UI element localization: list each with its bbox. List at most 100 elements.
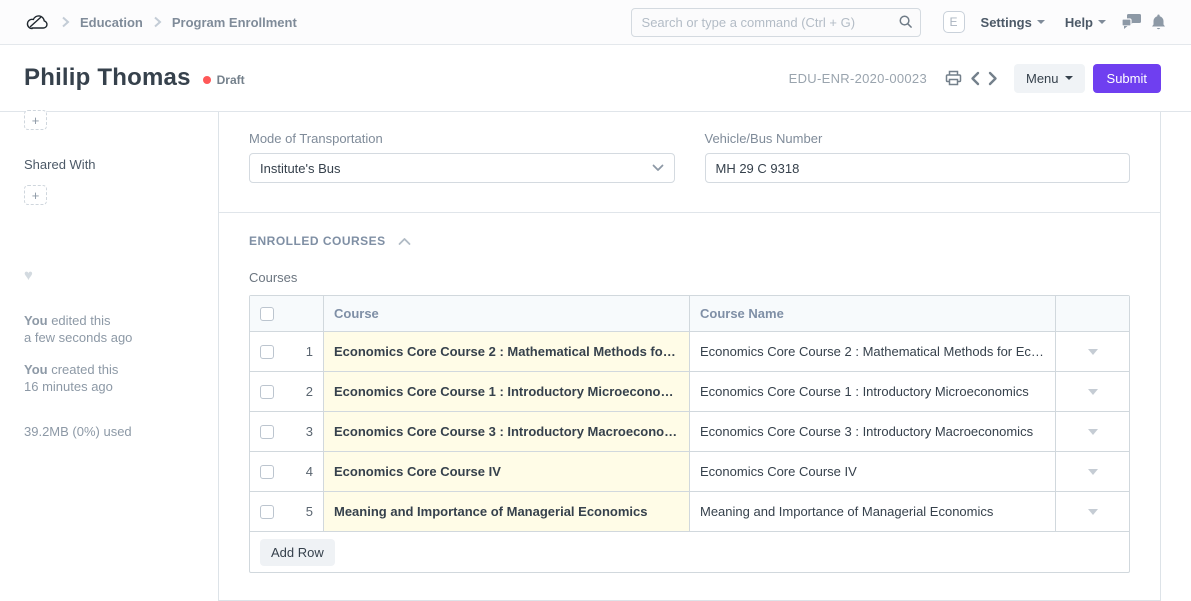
table-header-row: Course Course Name [250, 296, 1129, 332]
search-input[interactable] [631, 8, 921, 37]
row-expand-button[interactable] [1056, 492, 1129, 531]
transportation-section: Mode of Transportation Institute's Bus V… [219, 112, 1160, 213]
print-icon[interactable] [945, 70, 962, 86]
chevron-up-icon [398, 237, 411, 246]
add-row-button[interactable]: Add Row [260, 539, 335, 566]
chevron-down-icon [1098, 20, 1106, 24]
table-row: 1 Economics Core Course 2 : Mathematical… [250, 332, 1129, 372]
row-index: 4 [306, 464, 313, 479]
course-cell[interactable]: Economics Core Course 3 : Introductory M… [324, 412, 690, 451]
user-avatar[interactable]: E [943, 11, 965, 33]
prev-doc-icon[interactable] [970, 71, 980, 86]
table-row: 3 Economics Core Course 3 : Introductory… [250, 412, 1129, 452]
created-activity: You created this 16 minutes ago [24, 361, 218, 395]
course-name-column-header: Course Name [690, 296, 1056, 331]
mode-of-transportation-select[interactable]: Institute's Bus [249, 153, 675, 183]
edited-activity: You edited this a few seconds ago [24, 312, 218, 346]
chevron-down-icon [652, 164, 664, 172]
help-label: Help [1065, 15, 1093, 30]
global-search [631, 8, 921, 37]
form-sidebar: + Shared With + ♥ You edited this a few … [0, 112, 218, 601]
next-doc-icon[interactable] [988, 71, 998, 86]
row-expand-button[interactable] [1056, 452, 1129, 491]
table-row: 2 Economics Core Course 1 : Introductory… [250, 372, 1129, 412]
enrolled-courses-header[interactable]: ENROLLED COURSES [249, 234, 1130, 248]
app-logo-icon[interactable] [25, 11, 51, 33]
courses-grid-label: Courses [249, 270, 1130, 285]
enrolled-courses-section: ENROLLED COURSES Courses Course Course N… [219, 213, 1160, 594]
select-all-checkbox[interactable] [260, 307, 274, 321]
chevron-down-icon [1088, 389, 1098, 395]
submit-button[interactable]: Submit [1093, 64, 1161, 93]
chevron-down-icon [1088, 509, 1098, 515]
add-share-button[interactable]: + [24, 185, 47, 205]
row-index: 2 [306, 384, 313, 399]
created-when[interactable]: 16 minutes ago [24, 379, 113, 394]
chevron-down-icon [1088, 349, 1098, 355]
notifications-bell-icon[interactable] [1151, 14, 1166, 31]
row-expand-button[interactable] [1056, 412, 1129, 451]
help-menu[interactable]: Help [1065, 15, 1106, 30]
vehicle-number-input[interactable] [716, 161, 1120, 176]
search-icon [898, 14, 913, 34]
vehicle-number-label: Vehicle/Bus Number [705, 131, 1131, 146]
form-card: Mode of Transportation Institute's Bus V… [218, 112, 1161, 601]
menu-button[interactable]: Menu [1014, 64, 1085, 93]
row-checkbox[interactable] [260, 345, 274, 359]
page-header: Philip Thomas Draft EDU-ENR-2020-00023 M… [0, 45, 1191, 112]
created-actor: You [24, 362, 48, 377]
enrolled-courses-title: ENROLLED COURSES [249, 234, 386, 248]
table-row: 5 Meaning and Importance of Managerial E… [250, 492, 1129, 532]
course-cell[interactable]: Economics Core Course 1 : Introductory M… [324, 372, 690, 411]
table-footer: Add Row [250, 532, 1129, 572]
chevron-right-icon [153, 16, 162, 28]
mode-of-transportation-value: Institute's Bus [260, 161, 341, 176]
status-dot-icon [203, 76, 211, 84]
settings-label: Settings [981, 15, 1032, 30]
breadcrumb-education[interactable]: Education [80, 15, 143, 30]
row-index: 1 [306, 344, 313, 359]
row-expand-button[interactable] [1056, 332, 1129, 371]
table-row: 4 Economics Core Course IV Economics Cor… [250, 452, 1129, 492]
course-name-cell[interactable]: Economics Core Course 2 : Mathematical M… [690, 332, 1056, 371]
edited-when: a few seconds ago [24, 330, 132, 345]
chevron-down-icon [1088, 469, 1098, 475]
row-expand-button[interactable] [1056, 372, 1129, 411]
page-body: + Shared With + ♥ You edited this a few … [0, 112, 1191, 601]
mode-of-transportation-label: Mode of Transportation [249, 131, 675, 146]
like-heart-icon[interactable]: ♥ [24, 267, 218, 284]
row-checkbox[interactable] [260, 505, 274, 519]
course-name-cell[interactable]: Economics Core Course IV [690, 452, 1056, 491]
status-label: Draft [217, 73, 245, 87]
course-name-cell[interactable]: Economics Core Course 1 : Introductory M… [690, 372, 1056, 411]
settings-menu[interactable]: Settings [981, 15, 1045, 30]
course-column-header: Course [324, 296, 690, 331]
row-checkbox[interactable] [260, 385, 274, 399]
row-checkbox[interactable] [260, 425, 274, 439]
breadcrumb-program-enrollment[interactable]: Program Enrollment [172, 15, 297, 30]
row-checkbox[interactable] [260, 465, 274, 479]
menu-button-label: Menu [1026, 71, 1059, 86]
navbar: Education Program Enrollment E Settings … [0, 0, 1191, 45]
course-cell[interactable]: Economics Core Course IV [324, 452, 690, 491]
chevron-right-icon [61, 16, 70, 28]
row-index: 5 [306, 504, 313, 519]
courses-table: Course Course Name 1 Economics Core Cour… [249, 295, 1130, 573]
chevron-down-icon [1037, 20, 1045, 24]
chevron-down-icon [1065, 76, 1073, 80]
course-cell[interactable]: Meaning and Importance of Managerial Eco… [324, 492, 690, 531]
chevron-down-icon [1088, 429, 1098, 435]
course-cell[interactable]: Economics Core Course 2 : Mathematical M… [324, 332, 690, 371]
storage-usage: 39.2MB (0%) used [24, 424, 218, 439]
edited-actor: You [24, 313, 48, 328]
document-id: EDU-ENR-2020-00023 [789, 71, 927, 86]
page-title: Philip Thomas [24, 64, 191, 92]
add-assignment-button[interactable]: + [24, 110, 47, 130]
row-index: 3 [306, 424, 313, 439]
edited-action: edited this [48, 313, 111, 328]
course-name-cell[interactable]: Economics Core Course 3 : Introductory M… [690, 412, 1056, 451]
created-action: created this [48, 362, 119, 377]
shared-with-label: Shared With [24, 157, 218, 172]
chat-icon[interactable] [1122, 14, 1141, 30]
course-name-cell[interactable]: Meaning and Importance of Managerial Eco… [690, 492, 1056, 531]
